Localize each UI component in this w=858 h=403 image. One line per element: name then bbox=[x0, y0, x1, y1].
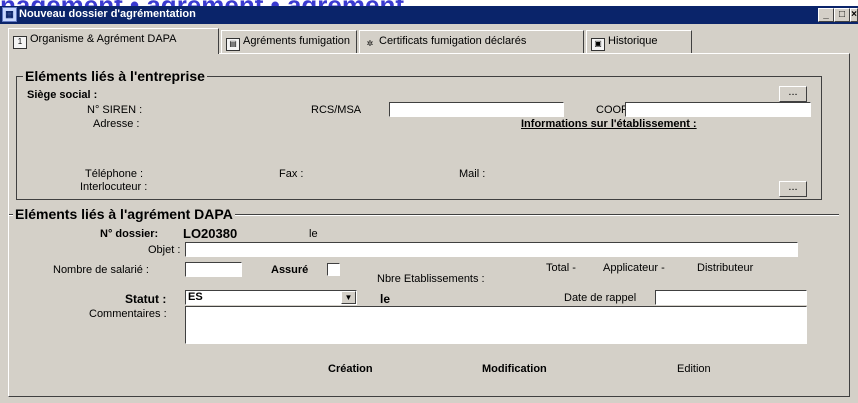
total-label: Total - bbox=[546, 262, 576, 274]
nbre-etablissements-label: Nbre Etablissements : bbox=[377, 273, 485, 285]
info-etablissement-link[interactable]: Informations sur l'établissement : bbox=[521, 118, 697, 130]
statut-label: Statut : bbox=[125, 292, 167, 306]
copy-docs-icon: ▤ bbox=[226, 38, 240, 51]
rcs-input[interactable] bbox=[389, 102, 564, 117]
tab-agrements-label: Agréments fumigation bbox=[243, 35, 350, 47]
tab-organisme[interactable]: 1 Organisme & Agrément DAPA bbox=[8, 28, 219, 54]
minimize-button[interactable]: _ bbox=[818, 8, 834, 22]
nb-salarie-label: Nombre de salarié : bbox=[53, 264, 149, 276]
statut-value: ES bbox=[188, 291, 203, 303]
fax-label: Fax : bbox=[279, 168, 304, 180]
commentaires-textarea[interactable] bbox=[185, 306, 807, 344]
dossier-date-label: le bbox=[309, 228, 318, 240]
dossier-value: LO20380 bbox=[183, 226, 238, 241]
tab-certificats[interactable]: ✲ Certificats fumigation déclarés bbox=[359, 30, 584, 53]
tab-historique-label: Historique bbox=[608, 35, 658, 47]
adresse-label: Adresse : bbox=[93, 118, 140, 130]
tab-certificats-label: Certificats fumigation déclarés bbox=[379, 35, 527, 47]
modification-label: Modification bbox=[482, 363, 547, 375]
date-rappel-input[interactable] bbox=[655, 290, 807, 305]
history-icon: ▣ bbox=[591, 38, 605, 51]
statut-date-label: le bbox=[380, 292, 391, 306]
group-agrement-title: Eléments liés à l'agrément DAPA bbox=[13, 206, 235, 222]
interlocuteur-label: Interlocuteur : bbox=[80, 181, 148, 193]
siege-ellipsis-button[interactable]: ... bbox=[779, 86, 807, 102]
chevron-down-icon[interactable]: ▼ bbox=[341, 291, 356, 304]
applicateur-label: Applicateur - bbox=[603, 262, 665, 274]
edition-label: Edition bbox=[677, 363, 711, 375]
distributeur-label: Distributeur bbox=[697, 262, 754, 274]
assure-checkbox[interactable] bbox=[327, 263, 340, 276]
dossier-label: N° dossier: bbox=[100, 228, 159, 240]
tab-historique[interactable]: ▣ Historique bbox=[586, 30, 692, 53]
statut-select[interactable]: ES ▼ bbox=[185, 290, 357, 305]
dialog-window: ▦ Nouveau dossier d'agrémentation _ □ × … bbox=[0, 6, 858, 403]
app-icon: ▦ bbox=[2, 7, 17, 22]
title-bar: ▦ Nouveau dossier d'agrémentation _ □ × bbox=[0, 6, 858, 24]
tab-panel: Eléments liés à l'entreprise Siège socia… bbox=[8, 53, 850, 397]
doc-1-icon: 1 bbox=[13, 36, 27, 49]
close-button[interactable]: × bbox=[850, 8, 858, 22]
creation-label: Création bbox=[328, 363, 373, 375]
interlocuteur-ellipsis-button[interactable]: ... bbox=[779, 181, 807, 197]
rcs-label: RCS/MSA bbox=[311, 104, 362, 116]
date-rappel-label: Date de rappel bbox=[564, 292, 637, 304]
assure-label: Assuré bbox=[271, 264, 309, 276]
coop-input[interactable] bbox=[625, 102, 811, 117]
siege-social-label: Siège social : bbox=[27, 89, 98, 101]
certificate-icon: ✲ bbox=[366, 39, 374, 48]
objet-label: Objet : bbox=[148, 244, 181, 256]
objet-input[interactable] bbox=[185, 242, 798, 257]
telephone-label: Téléphone : bbox=[85, 168, 144, 180]
siren-label: N° SIREN : bbox=[87, 104, 143, 116]
commentaires-label: Commentaires : bbox=[89, 308, 167, 320]
nb-salarie-input[interactable] bbox=[185, 262, 242, 277]
mail-label: Mail : bbox=[459, 168, 486, 180]
group-entreprise-title: Eléments liés à l'entreprise bbox=[23, 68, 207, 84]
coop-label: COOP bbox=[596, 104, 629, 116]
maximize-button[interactable]: □ bbox=[834, 8, 850, 22]
window-title: Nouveau dossier d'agrémentation bbox=[19, 8, 196, 20]
tab-agrements-fumigation[interactable]: ▤ Agréments fumigation bbox=[221, 30, 357, 53]
tab-organisme-label: Organisme & Agrément DAPA bbox=[30, 33, 177, 45]
